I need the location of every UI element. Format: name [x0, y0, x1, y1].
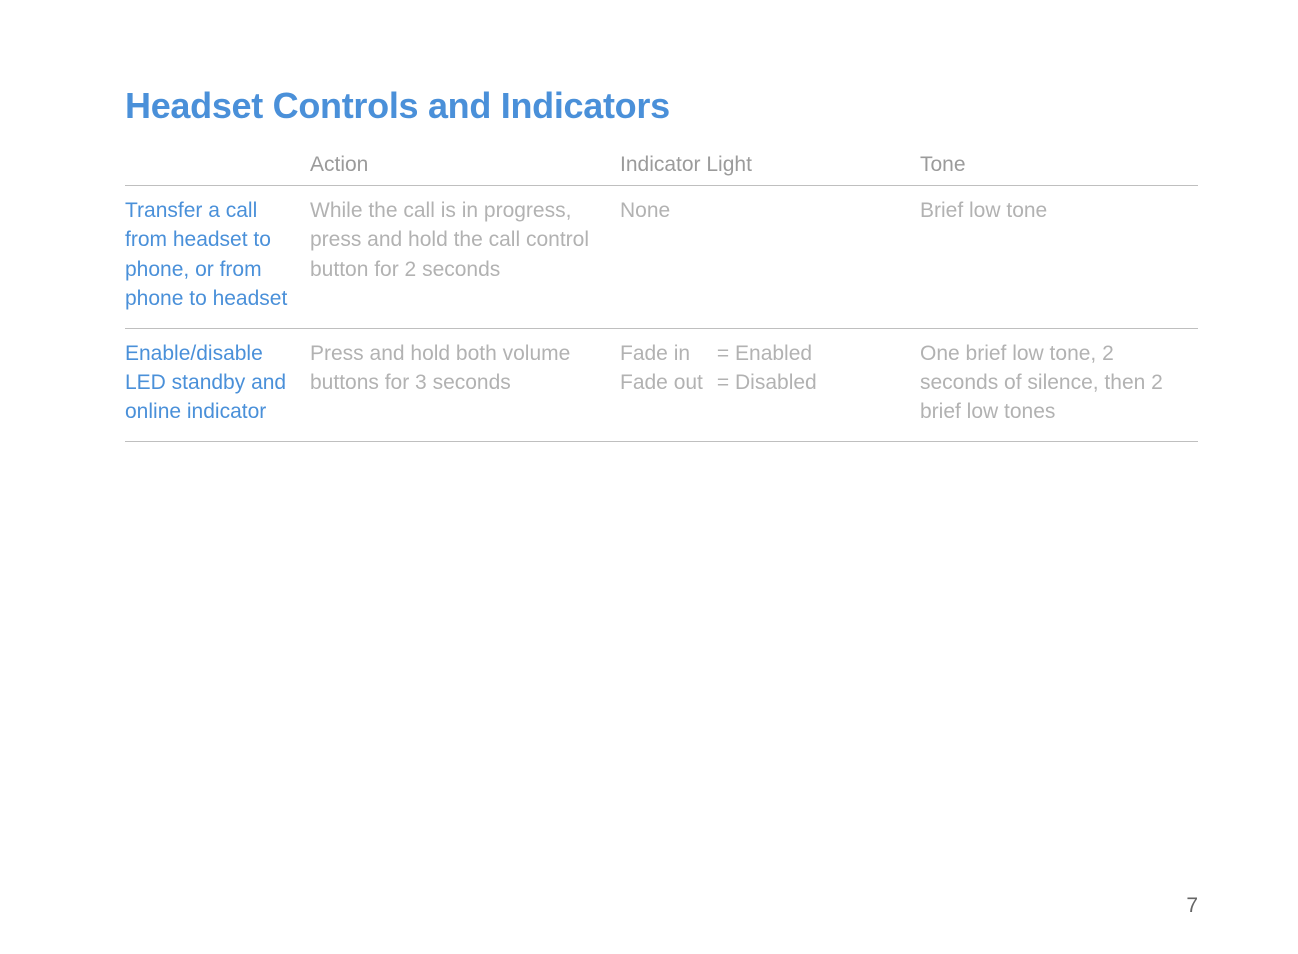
header-action: Action	[310, 145, 620, 186]
row-action: While the call is in progress, press and…	[310, 186, 620, 329]
indicator-fadein-right: = Enabled	[703, 339, 817, 368]
indicator-fadein-left: Fade in	[620, 339, 703, 368]
controls-table: Action Indicator Light Tone Transfer a c…	[125, 145, 1198, 442]
row-action: Press and hold both volume buttons for 3…	[310, 328, 620, 441]
row-tone: Brief low tone	[920, 186, 1198, 329]
row-label-transfer: Transfer a call from headset to phone, o…	[125, 186, 310, 329]
header-indicator: Indicator Light	[620, 145, 920, 186]
table-row: Transfer a call from headset to phone, o…	[125, 186, 1198, 329]
header-blank	[125, 145, 310, 186]
page-number: 7	[1186, 894, 1198, 918]
page-title: Headset Controls and Indicators	[125, 85, 1198, 127]
row-tone: One brief low tone, 2 seconds of silence…	[920, 328, 1198, 441]
row-label-led: Enable/disable LED standby and online in…	[125, 328, 310, 441]
document-page: Headset Controls and Indicators Action I…	[0, 0, 1298, 482]
row-indicator: None	[620, 186, 920, 329]
indicator-fadeout-left: Fade out	[620, 368, 703, 397]
row-indicator: Fade in = Enabled Fade out = Disabled	[620, 328, 920, 441]
indicator-fadeout-right: = Disabled	[703, 368, 817, 397]
table-row: Enable/disable LED standby and online in…	[125, 328, 1198, 441]
header-tone: Tone	[920, 145, 1198, 186]
